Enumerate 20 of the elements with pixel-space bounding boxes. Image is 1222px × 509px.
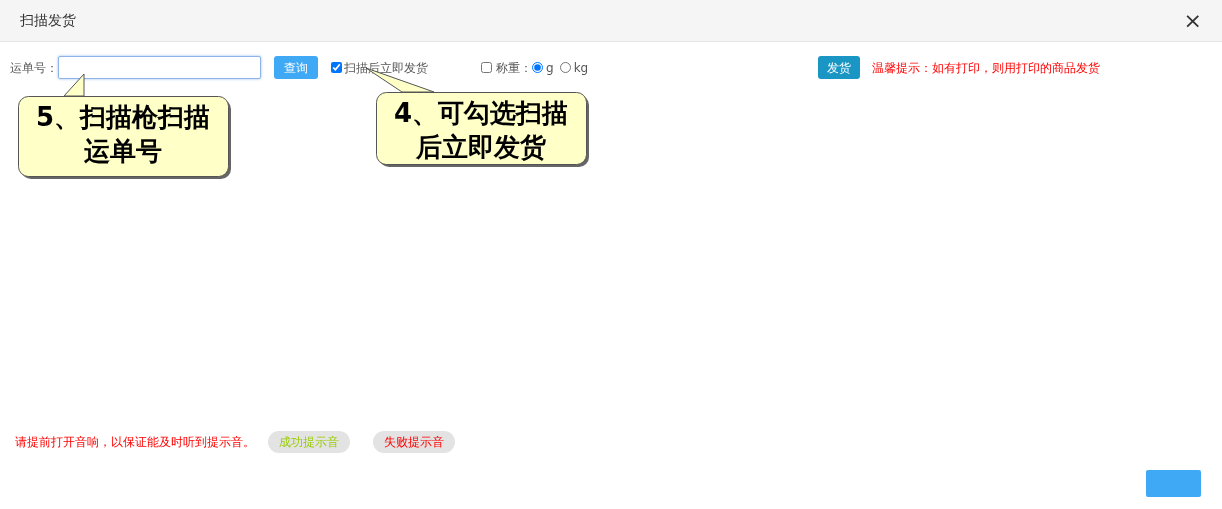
notice-text: 请提前打开音响，以保证能及时听到提示音。 [15,434,255,451]
ship-button[interactable]: 发货 [818,56,861,79]
unit-label: g [546,59,554,77]
sound-button[interactable]: 失败提示音 [373,431,455,453]
window-title: 扫描发货 [20,11,76,30]
weigh-label: 称重： [496,59,532,77]
callout-text: 4、可勾选扫描 [393,97,569,130]
callout-text: 5、扫描枪扫描 [35,101,211,134]
checkbox[interactable] [481,62,492,73]
close-button[interactable]: × [1183,9,1202,32]
tip-text: 温馨提示：如有打印，则用打印的商品发货 [872,59,1101,77]
checkbox[interactable] [331,62,342,73]
waybill-input[interactable] [58,56,261,79]
unit-label: kg [573,59,589,77]
callout-text: 后立即发货 [416,131,546,164]
unit-radio[interactable] [532,62,543,73]
callout-text: 运单号 [84,135,162,168]
query-button[interactable]: 查询 [274,56,318,79]
waybill-label: 运单号： [10,59,58,77]
unit-radio[interactable] [559,62,571,73]
